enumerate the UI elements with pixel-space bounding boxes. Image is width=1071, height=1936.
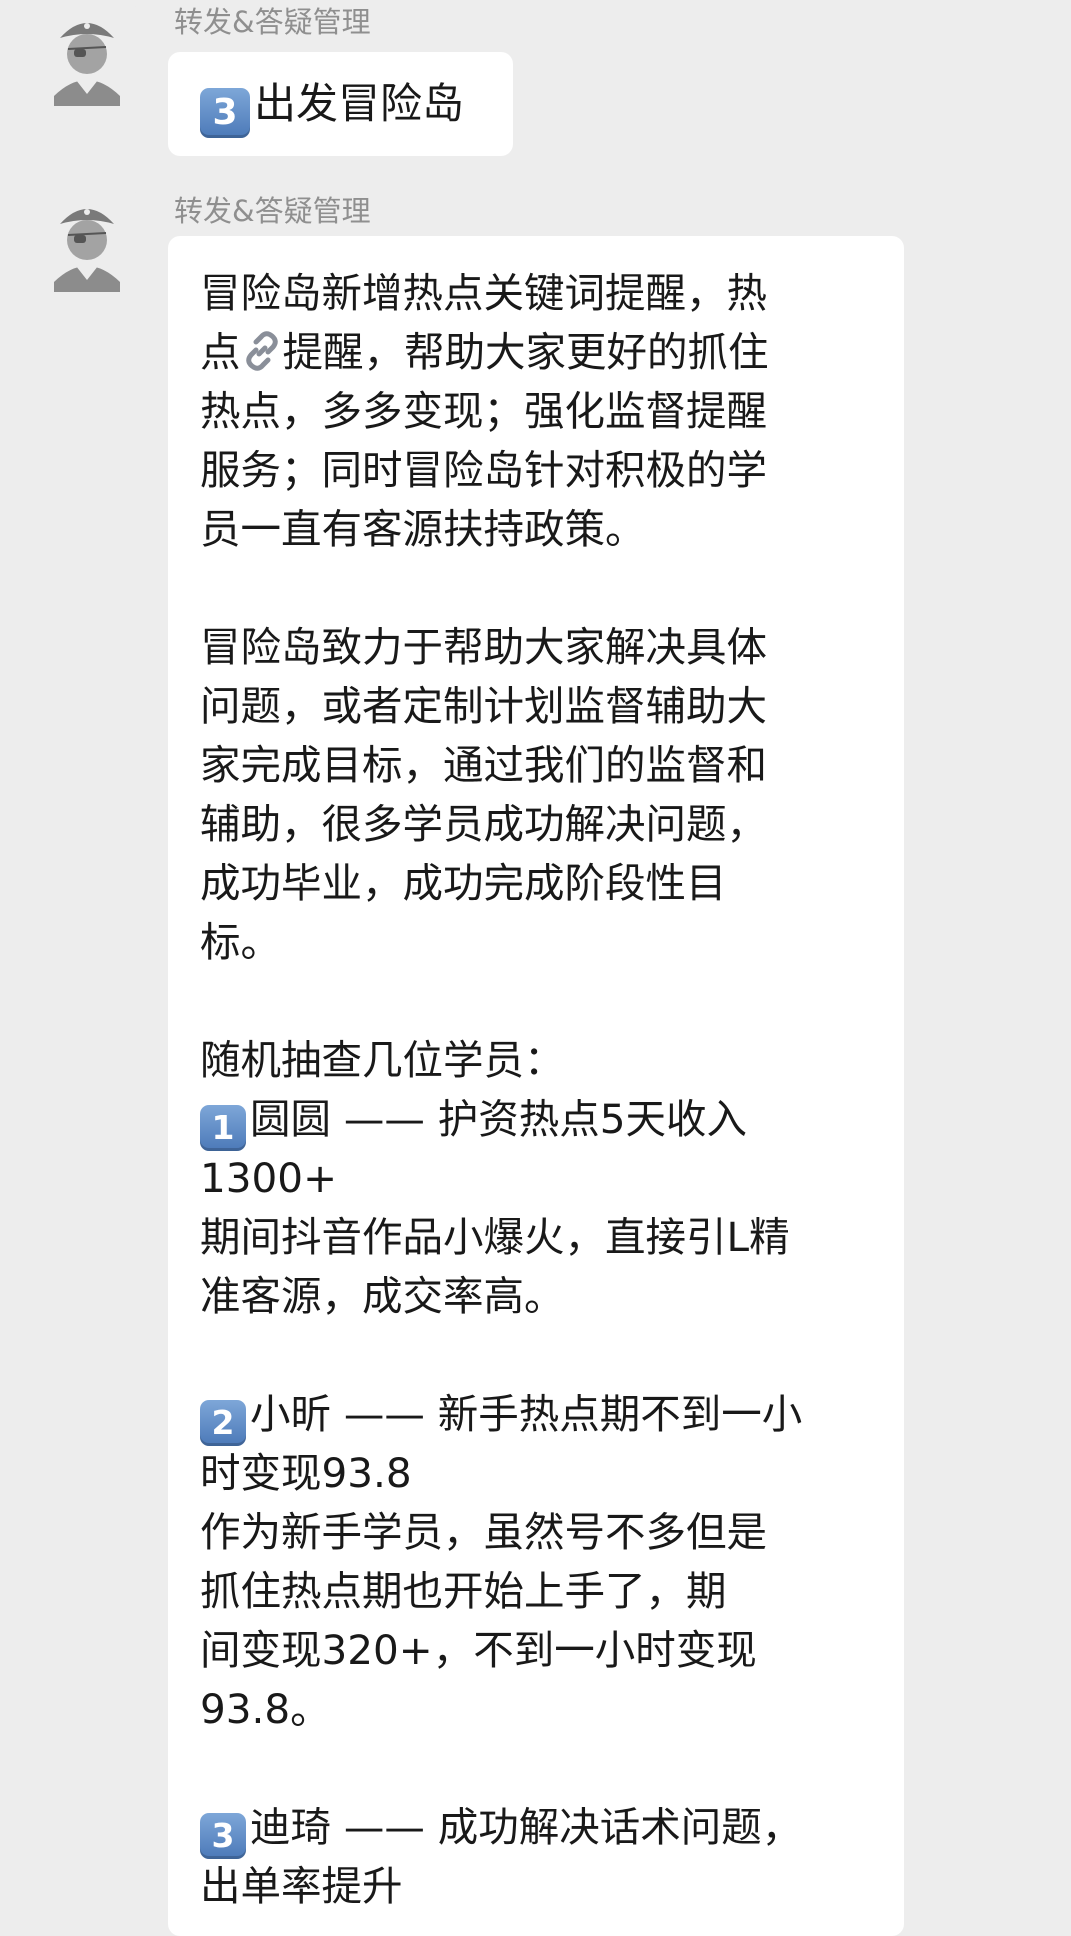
message-text: 时变现93.8 <box>200 1449 412 1497</box>
sender-name: 转发&答疑管理 <box>174 5 371 39</box>
message-text: 问题，或者定制计划监督辅助大 <box>200 682 767 730</box>
message-text: 小昕 —— 新手热点期不到一小 <box>250 1390 803 1438</box>
avatar[interactable] <box>36 190 138 292</box>
message-bubble[interactable]: 冒险岛新增热点关键词提醒，热点提醒，帮助大家更好的抓住 热点，多多变现；强化监督提… <box>168 236 904 1936</box>
message-text: 提醒，帮助大家更好的抓住 <box>282 328 769 376</box>
message-line: 冒险岛新增热点关键词提醒，热 <box>200 264 874 323</box>
message-line: 家完成目标，通过我们的监督和 <box>200 736 874 795</box>
message-line: 成功毕业，成功完成阶段性目 <box>200 854 874 913</box>
message-line: 出单率提升 <box>200 1857 874 1916</box>
message-line: 作为新手学员，虽然号不多但是 <box>200 1503 874 1562</box>
message-text: 标。 <box>200 918 281 966</box>
message-text: 抓住热点期也开始上手了，期 <box>200 1567 727 1615</box>
message-line: 服务；同时冒险岛针对积极的学 <box>200 441 874 500</box>
keycap-1-icon: 1 <box>200 1105 246 1151</box>
message-bubble[interactable]: 3 出发冒险岛 <box>168 52 513 156</box>
avatar[interactable] <box>36 4 138 106</box>
message-text: 服务；同时冒险岛针对积极的学 <box>200 446 767 494</box>
message-line: 期间抖音作品小爆火，直接引L精 <box>200 1208 874 1267</box>
message-line: 抓住热点期也开始上手了，期 <box>200 1562 874 1621</box>
message-text: 作为新手学员，虽然号不多但是 <box>200 1508 767 1556</box>
message-text: 成功毕业，成功完成阶段性目 <box>200 859 727 907</box>
message-text: 1300+ <box>200 1154 338 1202</box>
message-line: 问题，或者定制计划监督辅助大 <box>200 677 874 736</box>
message-text: 出发冒险岛 <box>254 79 465 128</box>
message-line: 时变现93.8 <box>200 1444 874 1503</box>
message-text: 出单率提升 <box>200 1862 403 1910</box>
message-text: 圆圆 —— 护资热点5天收入 <box>250 1095 748 1143</box>
message-text: 期间抖音作品小爆火，直接引L精 <box>200 1213 790 1261</box>
keycap-2-icon: 2 <box>200 1400 246 1446</box>
message-line: 准客源，成交率高。 <box>200 1267 874 1326</box>
message-line: 员一直有客源扶持政策。 <box>200 500 874 559</box>
message-text: 随机抽查几位学员： <box>200 1036 565 1084</box>
message-text: 热点，多多变现；强化监督提醒 <box>200 387 767 435</box>
message-text: 冒险岛致力于帮助大家解决具体 <box>200 623 767 671</box>
sender-name: 转发&答疑管理 <box>174 194 371 228</box>
link-icon <box>241 329 283 371</box>
message-line: 2 小昕 —— 新手热点期不到一小 <box>200 1385 874 1446</box>
keycap-3-icon: 3 <box>200 1813 246 1859</box>
message-line: 辅助，很多学员成功解决问题， <box>200 795 874 854</box>
message-line: 冒险岛致力于帮助大家解决具体 <box>200 618 874 677</box>
message-line: 93.8。 <box>200 1680 874 1739</box>
message-line: 1300+ <box>200 1149 874 1208</box>
message-text: 家完成目标，通过我们的监督和 <box>200 741 767 789</box>
message-line: 标。 <box>200 913 874 972</box>
pirate-avatar-icon <box>36 190 138 292</box>
message-line: 3 迪琦 —— 成功解决话术问题， <box>200 1798 874 1859</box>
message-line: 点提醒，帮助大家更好的抓住 <box>200 323 874 382</box>
message-text: 员一直有客源扶持政策。 <box>200 505 646 553</box>
keycap-3-icon: 3 <box>200 88 250 138</box>
message-line: 间变现320+，不到一小时变现 <box>200 1621 874 1680</box>
message-text: 辅助，很多学员成功解决问题， <box>200 800 767 848</box>
message-text: 冒险岛新增热点关键词提醒，热 <box>200 269 767 317</box>
message-line: 3 出发冒险岛 <box>200 74 481 138</box>
message-text: 点 <box>200 328 241 376</box>
message-line: 1 圆圆 —— 护资热点5天收入 <box>200 1090 874 1151</box>
message-text: 间变现320+，不到一小时变现 <box>200 1626 757 1674</box>
pirate-avatar-icon <box>36 4 138 106</box>
message-text: 准客源，成交率高。 <box>200 1272 565 1320</box>
message-line: 随机抽查几位学员： <box>200 1031 874 1090</box>
message-text: 迪琦 —— 成功解决话术问题， <box>250 1803 803 1851</box>
message-text: 93.8。 <box>200 1685 331 1733</box>
message-line: 热点，多多变现；强化监督提醒 <box>200 382 874 441</box>
